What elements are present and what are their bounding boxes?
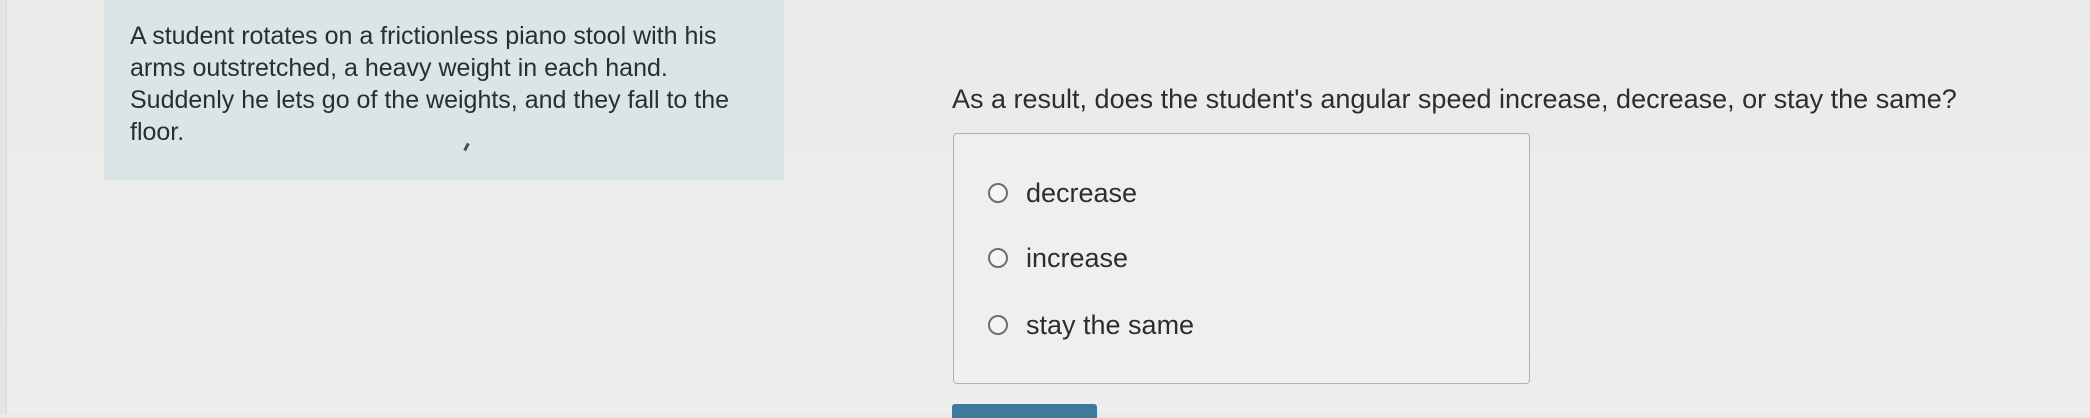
choice-stay-the-same[interactable]: stay the same xyxy=(988,308,1194,342)
submit-button[interactable] xyxy=(952,404,1097,418)
problem-statement-text: A student rotates on a frictionless pian… xyxy=(130,22,730,146)
answer-choices-box: decrease increase stay the same xyxy=(953,133,1530,384)
choice-label-decrease: decrease xyxy=(1026,178,1138,208)
choice-increase[interactable]: increase xyxy=(988,241,1128,275)
question-text: As a result, does the student's angular … xyxy=(952,84,1957,114)
radio-button-stay-the-same[interactable] xyxy=(988,315,1008,335)
choice-label-stay-the-same: stay the same xyxy=(1026,310,1195,340)
problem-statement-panel: A student rotates on a frictionless pian… xyxy=(104,0,784,180)
radio-button-decrease[interactable] xyxy=(988,183,1008,203)
left-edge-border xyxy=(0,0,7,414)
radio-button-increase[interactable] xyxy=(988,248,1008,268)
choice-label-increase: increase xyxy=(1026,243,1129,273)
choice-decrease[interactable]: decrease xyxy=(988,176,1137,210)
